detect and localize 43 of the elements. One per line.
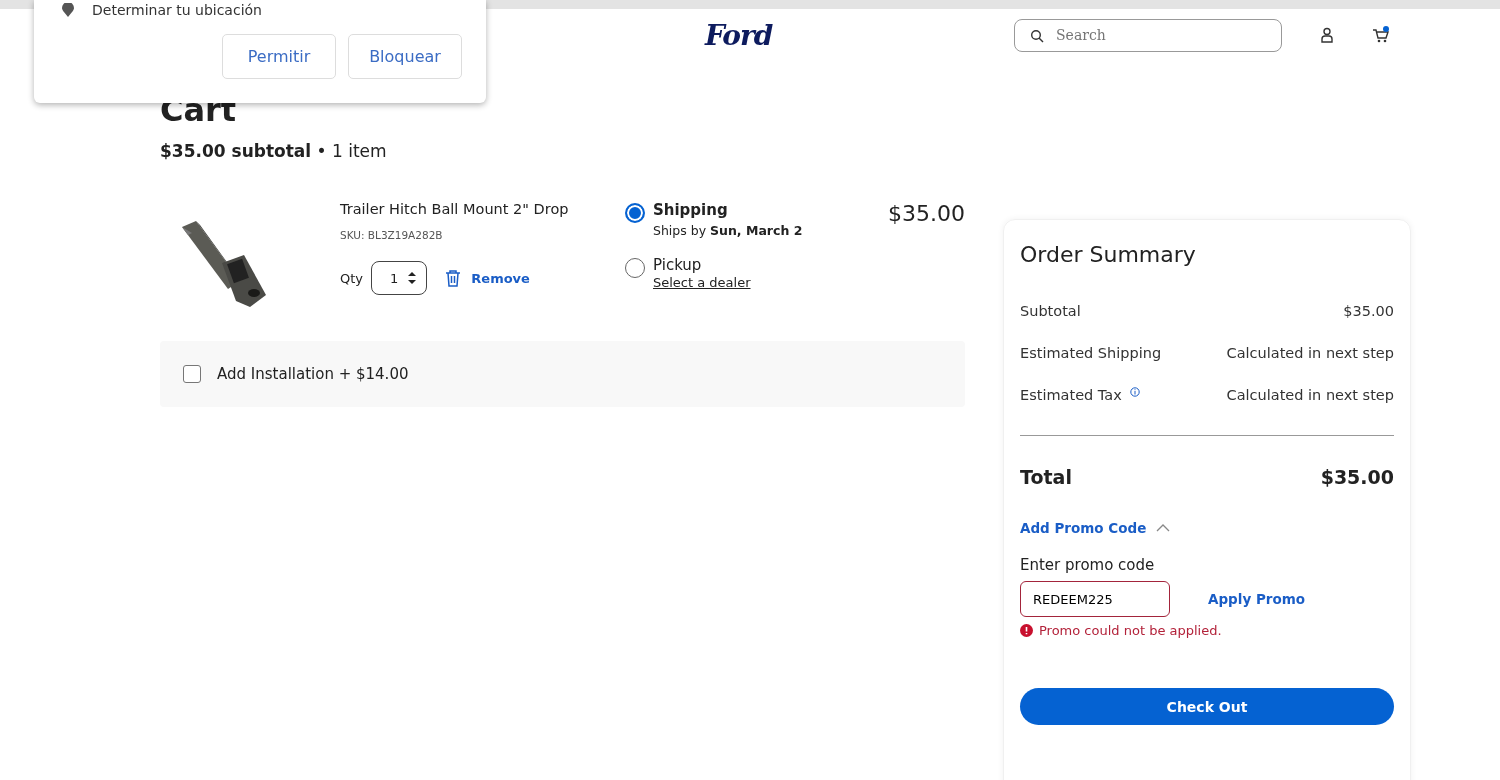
item-price: $35.00 <box>888 201 965 227</box>
permission-button[interactable]: Bloquear <box>348 34 462 79</box>
location-pin-icon <box>62 3 74 17</box>
error-icon <box>1020 624 1033 637</box>
stepper-icon[interactable] <box>408 271 417 286</box>
account-icon[interactable] <box>1320 27 1334 43</box>
chevron-icon <box>1156 524 1171 532</box>
delivery-option-label[interactable]: Shipping <box>653 201 803 220</box>
permission-button[interactable]: Permitir <box>222 34 336 79</box>
product-sku: SKU: BL3Z19A282B <box>340 229 444 242</box>
checkbox[interactable] <box>183 365 201 384</box>
trash-icon <box>445 269 462 288</box>
error-message: Promo could not be applied. <box>1039 623 1222 638</box>
promo-field-label: Enter promo code <box>1020 556 1156 574</box>
cart-subtotal: $35.00 subtotal • 1 item <box>160 141 388 162</box>
promo-code-toggle[interactable]: Add Promo Code <box>1020 520 1171 536</box>
summary-value: $35.00 <box>1343 303 1394 319</box>
quantity-label: Qty <box>340 270 364 286</box>
delivery-option-label[interactable]: Pickup <box>653 256 751 275</box>
brand-logo[interactable]: Ford <box>705 18 773 52</box>
remove-button[interactable]: Remove <box>445 269 530 288</box>
summary-value: Calculated in next step <box>1226 387 1394 403</box>
apply-promo-button[interactable]: Apply Promo <box>1208 591 1306 607</box>
radio-button[interactable] <box>625 203 645 224</box>
summary-label: Estimated Shipping <box>1020 345 1162 361</box>
checkout-button[interactable]: Check Out <box>1020 688 1394 725</box>
installation-label: Add Installation + $14.00 <box>217 365 409 384</box>
summary-value: Calculated in next step <box>1226 345 1394 361</box>
info-icon[interactable] <box>1129 387 1140 397</box>
permission-message: Determinar tu ubicación <box>92 2 262 18</box>
select-dealer-link[interactable]: Select a dealer <box>653 275 751 291</box>
quantity-field[interactable]: 1 <box>371 261 428 296</box>
search-icon <box>1030 28 1044 43</box>
summary-title: Order Summary <box>1020 242 1197 267</box>
delivery-date: Ships by Sun, March 2 <box>653 223 803 239</box>
summary-label: Estimated Tax <box>1020 387 1122 403</box>
cart-icon[interactable] <box>1372 26 1390 44</box>
product-name[interactable]: Trailer Hitch Ball Mount 2" Drop <box>340 201 625 218</box>
total-value: $35.00 <box>1320 466 1394 488</box>
total-label: Total <box>1020 466 1072 488</box>
search-field[interactable]: Search <box>1014 18 1282 52</box>
promo-code-field[interactable]: REDEEM225 <box>1020 581 1170 617</box>
summary-label: Subtotal <box>1020 303 1081 319</box>
